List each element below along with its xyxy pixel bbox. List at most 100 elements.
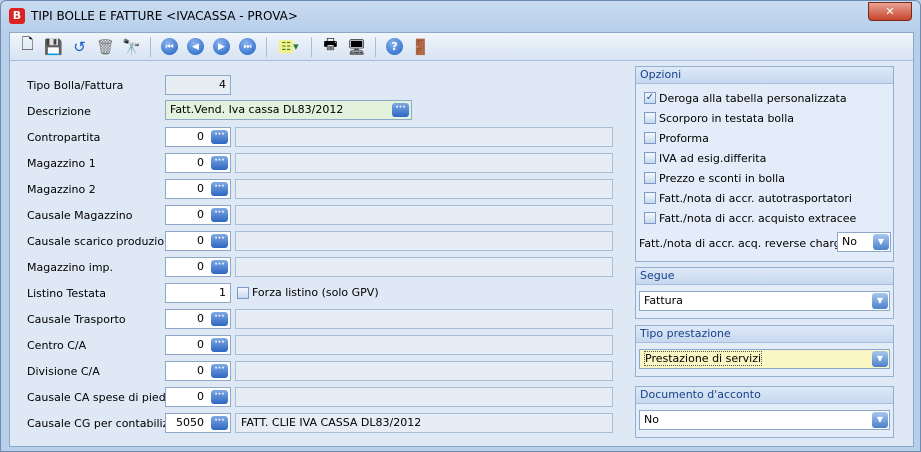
acconto-value: No <box>644 413 659 426</box>
description-field <box>235 309 613 329</box>
reverse-charge-label: Fatt./nota di accr. acq. reverse charge <box>639 237 848 250</box>
code-field[interactable]: 0 ··· <box>165 127 231 147</box>
chevron-down-icon: ▼ <box>873 234 889 250</box>
field-label: Magazzino 1 <box>27 157 96 170</box>
exit-door-icon[interactable]: 🚪 <box>409 36 432 58</box>
field-label: Contropartita <box>27 131 101 144</box>
field-label: Causale Trasporto <box>27 313 126 326</box>
next-record-icon[interactable]: ▶ <box>210 36 233 58</box>
code-value: 0 <box>197 156 204 169</box>
checkbox-box <box>644 192 656 204</box>
listino-label: Listino Testata <box>27 287 106 300</box>
option-checkbox[interactable]: Scorporo in testata bolla <box>636 108 893 128</box>
prestazione-select[interactable]: Prestazione di servizi ▼ <box>639 349 890 369</box>
ellipsis-button[interactable]: ··· <box>211 156 228 170</box>
segue-panel: Segue Fattura ▼ <box>635 267 894 319</box>
ellipsis-button[interactable]: ··· <box>211 260 228 274</box>
code-value: 5050 <box>176 416 204 429</box>
option-checkbox[interactable]: Fatt./nota di accr. acquisto extracee <box>636 208 893 228</box>
code-field[interactable]: 0 ··· <box>165 231 231 251</box>
code-value: 0 <box>197 208 204 221</box>
field-label: Causale Magazzino <box>27 209 133 222</box>
print-icon[interactable]: 🖶 <box>319 35 342 58</box>
previous-record-icon[interactable]: ◀ <box>184 36 207 58</box>
title-bar: B TIPI BOLLE E FATTURE <IVACASSA - PROVA… <box>9 7 298 25</box>
preview-monitor-icon[interactable]: 🖥 <box>345 36 368 58</box>
ellipsis-button[interactable]: ··· <box>211 364 228 378</box>
description-field <box>235 205 613 225</box>
ellipsis-button[interactable]: ··· <box>211 390 228 404</box>
option-checkbox[interactable]: Fatt./nota di accr. autotrasportatori <box>636 188 893 208</box>
help-icon[interactable]: ? <box>383 36 406 58</box>
undo-icon[interactable]: ↺ <box>68 36 91 58</box>
description-field <box>235 153 613 173</box>
forza-listino-label: Forza listino (solo GPV) <box>252 286 379 299</box>
code-field[interactable]: 5050 ··· <box>165 413 231 433</box>
descrizione-value: Fatt.Vend. Iva cassa DL83/2012 <box>170 103 344 116</box>
code-field[interactable]: 0 ··· <box>165 257 231 277</box>
last-record-icon[interactable]: ⏭ <box>236 36 259 58</box>
new-icon[interactable]: 🗋 <box>16 35 39 58</box>
ellipsis-button[interactable]: ··· <box>211 208 228 222</box>
description-field <box>235 231 613 251</box>
code-value: 0 <box>197 338 204 351</box>
chevron-down-icon: ▼ <box>872 351 888 367</box>
app-icon: B <box>9 8 25 24</box>
code-value: 0 <box>197 312 204 325</box>
options-menu-icon[interactable]: ☷ ▾ <box>274 36 304 58</box>
first-record-icon[interactable]: ⏮ <box>158 36 181 58</box>
field-label: Divisione C/A <box>27 365 100 378</box>
client-area: 🗋 💾 ↺ 🗑 🔭 ⏮ ◀ ▶ ⏭ ☷ ▾ 🖶 🖥 ? 🚪 Tipo Bolla/… <box>9 32 914 447</box>
acconto-title: Documento d'acconto <box>636 387 893 404</box>
window-title: TIPI BOLLE E FATTURE <IVACASSA - PROVA> <box>31 9 298 23</box>
checkbox-box <box>644 212 656 224</box>
field-label: Magazzino 2 <box>27 183 96 196</box>
opzioni-title: Opzioni <box>636 67 893 84</box>
option-checkbox[interactable]: Proforma <box>636 128 893 148</box>
ellipsis-button[interactable]: ··· <box>211 312 228 326</box>
checkbox-box <box>644 172 656 184</box>
ellipsis-button[interactable]: ··· <box>211 234 228 248</box>
chevron-down-icon: ▼ <box>872 412 888 428</box>
option-label: Deroga alla tabella personalizzata <box>659 91 847 105</box>
code-field[interactable]: 0 ··· <box>165 309 231 329</box>
field-label: Magazzino imp. <box>27 261 114 274</box>
forza-listino-checkbox[interactable]: Forza listino (solo GPV) <box>237 286 379 299</box>
checkbox-box <box>644 112 656 124</box>
ellipsis-button[interactable]: ··· <box>211 130 228 144</box>
option-checkbox[interactable]: ✓ Deroga alla tabella personalizzata <box>636 88 893 108</box>
checkbox-box <box>644 152 656 164</box>
reverse-charge-select[interactable]: No ▼ <box>837 232 891 252</box>
listino-field[interactable]: 1 <box>165 283 231 303</box>
delete-icon[interactable]: 🗑 <box>94 36 117 58</box>
field-label: Causale CA spese di piede <box>27 391 173 404</box>
description-field <box>235 387 613 407</box>
field-label: Causale scarico produzione <box>27 235 178 248</box>
descrizione-field[interactable]: Fatt.Vend. Iva cassa DL83/2012 ··· <box>165 100 412 120</box>
prestazione-panel: Tipo prestazione Prestazione di servizi ▼ <box>635 325 894 377</box>
toolbar-separator <box>375 36 376 57</box>
ellipsis-button[interactable]: ··· <box>211 182 228 196</box>
code-field[interactable]: 0 ··· <box>165 179 231 199</box>
ellipsis-button[interactable]: ··· <box>211 338 228 352</box>
descrizione-label: Descrizione <box>27 105 91 118</box>
description-field <box>235 335 613 355</box>
code-field[interactable]: 0 ··· <box>165 361 231 381</box>
code-field[interactable]: 0 ··· <box>165 153 231 173</box>
code-field[interactable]: 0 ··· <box>165 387 231 407</box>
close-button[interactable]: ✕ <box>868 2 912 21</box>
code-value: 0 <box>197 130 204 143</box>
option-checkbox[interactable]: Prezzo e sconti in bolla <box>636 168 893 188</box>
save-icon[interactable]: 💾 <box>42 36 65 58</box>
find-icon[interactable]: 🔭 <box>120 36 143 58</box>
window: B TIPI BOLLE E FATTURE <IVACASSA - PROVA… <box>0 0 921 452</box>
option-label: IVA ad esig.differita <box>659 151 767 165</box>
option-checkbox[interactable]: IVA ad esig.differita <box>636 148 893 168</box>
code-field[interactable]: 0 ··· <box>165 205 231 225</box>
ellipsis-button[interactable]: ··· <box>211 416 228 430</box>
code-field[interactable]: 0 ··· <box>165 335 231 355</box>
ellipsis-button[interactable]: ··· <box>392 103 409 117</box>
acconto-select[interactable]: No ▼ <box>639 410 890 430</box>
description-field <box>235 127 613 147</box>
segue-select[interactable]: Fattura ▼ <box>639 291 890 311</box>
